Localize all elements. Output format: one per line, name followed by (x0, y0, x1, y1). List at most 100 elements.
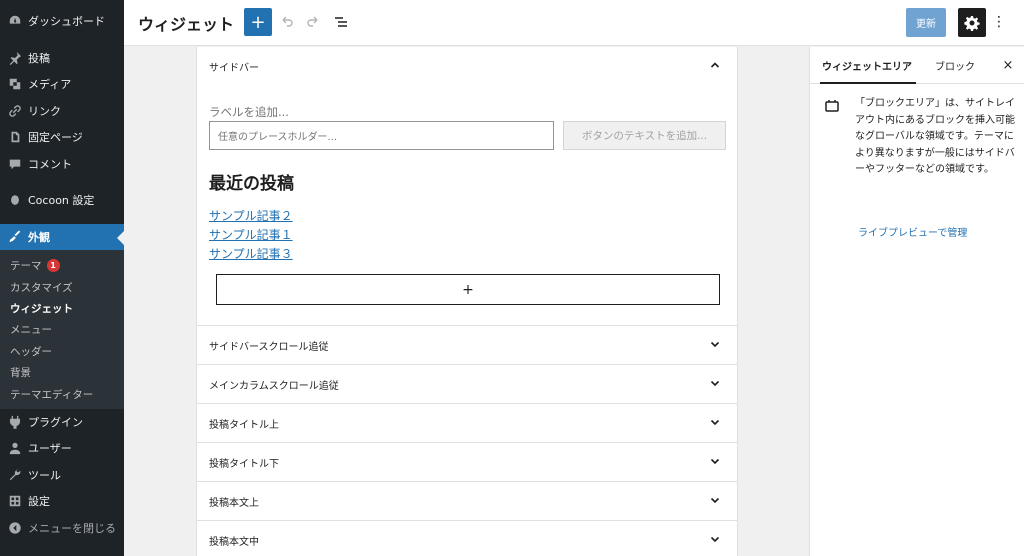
media-icon (8, 77, 22, 91)
block-appender-button[interactable]: + (216, 274, 720, 305)
widget-area-header[interactable]: サイドバー (197, 47, 737, 86)
search-block-label[interactable]: ラベルを追加... (209, 104, 289, 120)
submenu-label: ウィジェット (10, 302, 73, 315)
list-view-icon[interactable] (331, 12, 351, 32)
widget-area-header[interactable]: 投稿タイトル上 (197, 404, 737, 443)
widget-area-header[interactable]: サイドバースクロール追従 (197, 326, 737, 365)
menu-item-posts[interactable]: 投稿 (0, 45, 124, 72)
submenu-item-customize[interactable]: カスタマイズ (0, 276, 124, 297)
widget-area-title: サイドバー (209, 63, 259, 74)
cocoon-icon (8, 193, 22, 207)
submenu-item-background[interactable]: 背景 (0, 362, 124, 383)
widget-area-sidebar: サイドバー ラベルを追加... 任意のプレースホルダー... ボタンのテキストを… (197, 47, 737, 326)
menu-label: 投稿 (28, 51, 50, 65)
close-sidebar-button[interactable]: × (1000, 57, 1016, 73)
update-button[interactable]: 更新 (906, 8, 946, 37)
admin-sidebar: ダッシュボード 投稿 メディア リンク 固定ページ コメント Cocoon 設定… (0, 0, 124, 556)
collapse-arrow-icon (8, 521, 22, 535)
menu-label: 外観 (28, 230, 50, 244)
menu-label: ツール (28, 468, 61, 482)
comment-icon (8, 157, 22, 171)
undo-icon[interactable] (276, 12, 296, 32)
submenu-item-header[interactable]: ヘッダー (0, 341, 124, 362)
recent-post-link[interactable]: サンプル記事３ (209, 245, 293, 264)
user-icon (8, 441, 22, 455)
menu-item-users[interactable]: ユーザー (0, 435, 124, 462)
menu-item-tools[interactable]: ツール (0, 462, 124, 489)
sidebar-tabs: ウィジェットエリア ブロック × (810, 47, 1024, 84)
menu-label: 固定ページ (28, 131, 83, 145)
submenu-label: メニュー (10, 324, 52, 337)
menu-item-dashboard[interactable]: ダッシュボード (0, 8, 124, 35)
menu-item-settings[interactable]: 設定 (0, 488, 124, 515)
chevron-up-icon[interactable] (709, 59, 721, 74)
submenu-item-menus[interactable]: メニュー (0, 319, 124, 340)
widget-area-title: 投稿タイトル下 (209, 458, 279, 470)
widget-area-body: ラベルを追加... 任意のプレースホルダー... ボタンのテキストを追加... … (197, 86, 737, 325)
more-options-button[interactable]: ⋮ (992, 11, 1006, 33)
dashboard-icon (8, 14, 22, 28)
recent-post-link[interactable]: サンプル記事２ (209, 207, 293, 226)
menu-item-pages[interactable]: 固定ページ (0, 124, 124, 151)
menu-item-links[interactable]: リンク (0, 98, 124, 125)
chevron-down-icon[interactable] (709, 377, 721, 392)
settings-toggle-button[interactable] (958, 8, 986, 37)
chevron-down-icon[interactable] (709, 338, 721, 353)
add-block-button[interactable]: + (244, 8, 272, 36)
widget-area-description: 「ブロックエリア」は、サイトレイアウト内にあるブロックを挿入可能なグローバルな領… (855, 98, 1015, 175)
collapse-menu-button[interactable]: メニューを閉じる (0, 515, 124, 542)
menu-label: メニューを閉じる (28, 521, 116, 535)
recent-posts-title: 最近の投稿 (209, 174, 294, 194)
plugin-icon (8, 415, 22, 429)
chevron-down-icon[interactable] (709, 533, 721, 548)
widget-area-title: 投稿本文上 (209, 497, 259, 509)
tab-widget-area[interactable]: ウィジェットエリア (820, 47, 916, 84)
appearance-icon (8, 230, 22, 244)
settings-sidebar: ウィジェットエリア ブロック × 「ブロックエリア」は、サイトレイアウト内にある… (809, 47, 1024, 556)
menu-item-media[interactable]: メディア (0, 71, 124, 98)
submenu-item-themes[interactable]: テーマ 1 (0, 255, 124, 276)
menu-item-comments[interactable]: コメント (0, 151, 124, 178)
menu-item-plugins[interactable]: プラグイン (0, 409, 124, 436)
widget-area-header[interactable]: 投稿本文上 (197, 482, 737, 521)
widget-area-title: メインカラムスクロール追従 (209, 380, 339, 392)
menu-label: ユーザー (28, 442, 72, 456)
search-input[interactable]: 任意のプレースホルダー... (209, 121, 554, 150)
chevron-down-icon[interactable] (709, 455, 721, 470)
recent-post-link[interactable]: サンプル記事１ (209, 226, 293, 245)
page-title: ウィジェット (138, 15, 235, 34)
widget-area-header[interactable]: 投稿本文中 (197, 521, 737, 556)
appearance-submenu: テーマ 1 カスタマイズ ウィジェット メニュー ヘッダー 背景 テーマエディタ… (0, 250, 124, 409)
widget-area-header[interactable]: メインカラムスクロール追従 (197, 365, 737, 404)
redo-icon[interactable] (304, 12, 324, 32)
update-count-badge: 1 (46, 259, 60, 273)
chevron-down-icon[interactable] (709, 494, 721, 509)
menu-label: リンク (28, 104, 61, 118)
gear-icon (964, 15, 980, 31)
widget-area-info: 「ブロックエリア」は、サイトレイアウト内にあるブロックを挿入可能なグローバルな領… (810, 84, 1024, 239)
menu-item-cocoon[interactable]: Cocoon 設定 (0, 187, 124, 214)
menu-label: メディア (28, 78, 72, 92)
settings-icon (8, 494, 22, 508)
link-icon (8, 104, 22, 118)
submenu-label: テーマ (10, 260, 42, 273)
manage-in-live-preview-link[interactable]: ライブプレビューで管理 (858, 224, 967, 239)
recent-posts-list: サンプル記事２ サンプル記事１ サンプル記事３ (209, 207, 293, 264)
widget-area-title: 投稿本文中 (209, 537, 259, 548)
chevron-down-icon[interactable] (709, 416, 721, 431)
submenu-item-theme-editor[interactable]: テーマエディター (0, 383, 124, 404)
widget-area-header[interactable]: 投稿タイトル下 (197, 443, 737, 482)
tab-block[interactable]: ブロック (935, 47, 975, 84)
menu-item-appearance[interactable]: 外観 (0, 223, 124, 250)
submenu-item-widgets[interactable]: ウィジェット (0, 298, 124, 319)
menu-label: プラグイン (28, 415, 83, 429)
search-button[interactable]: ボタンのテキストを追加... (563, 121, 726, 150)
submenu-label: 背景 (10, 367, 31, 380)
block-area-icon (825, 100, 839, 112)
menu-label: Cocoon 設定 (28, 194, 95, 208)
wrench-icon (8, 468, 22, 482)
submenu-label: ヘッダー (10, 345, 52, 358)
submenu-label: カスタマイズ (10, 281, 73, 294)
widget-area-title: サイドバースクロール追従 (209, 341, 329, 353)
widget-area-title: 投稿タイトル上 (209, 419, 279, 431)
